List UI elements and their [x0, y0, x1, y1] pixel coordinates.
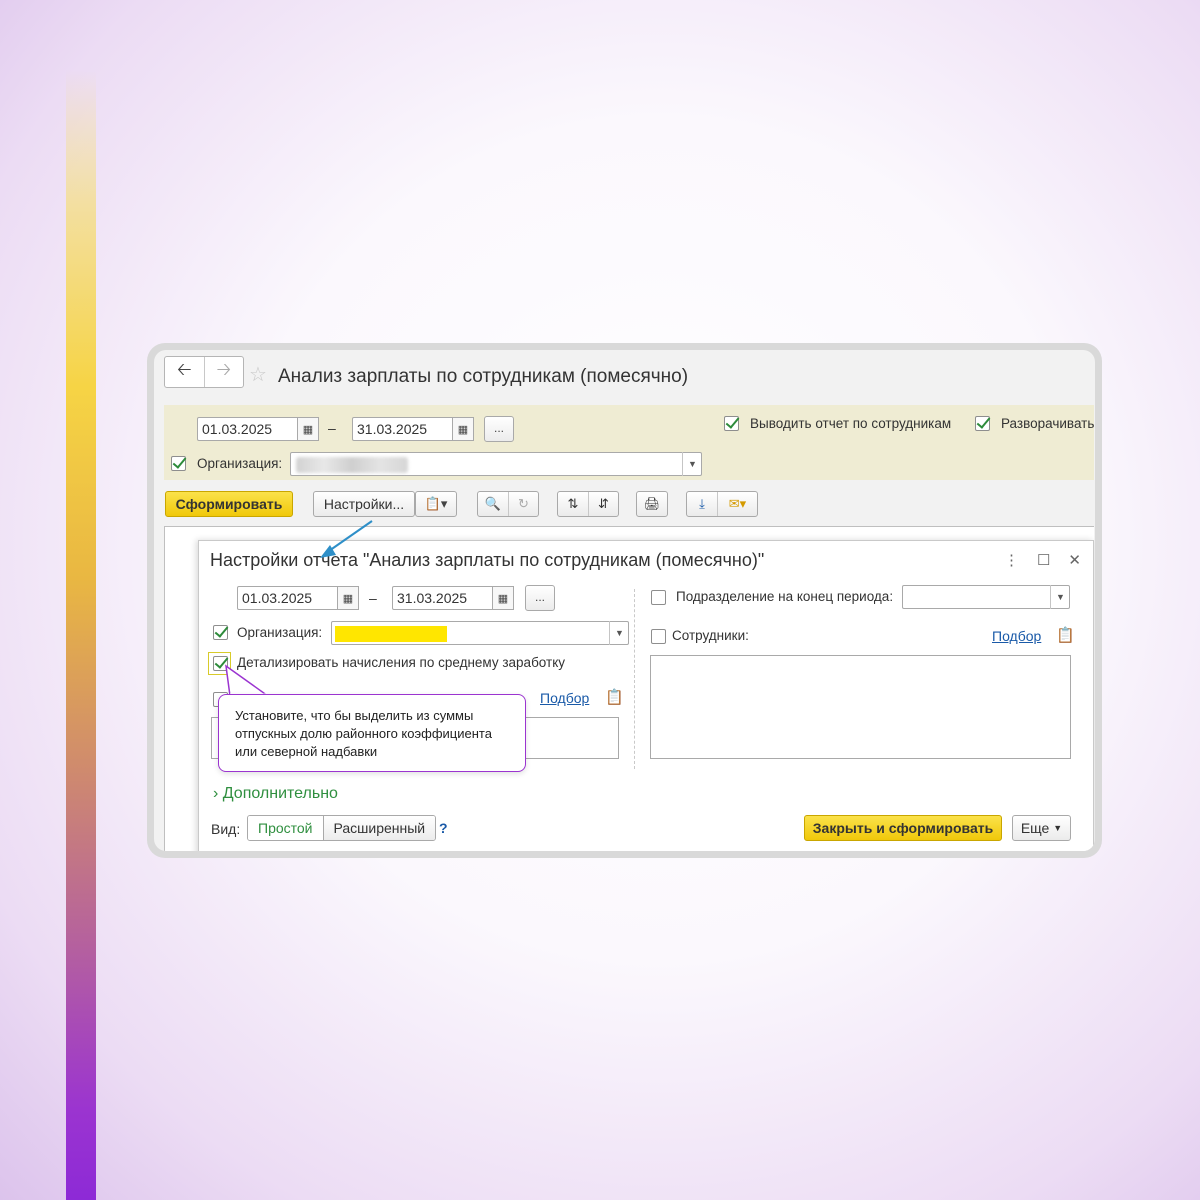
- date-to-value: 31.03.2025: [357, 421, 428, 437]
- org-value-redacted: [335, 626, 447, 642]
- report-params-panel: 01.03.2025 ▦ – 31.03.2025 ▦ ... Организа…: [164, 405, 1094, 480]
- chevron-down-icon: ▼: [1053, 823, 1063, 833]
- favorite-star-icon[interactable]: ☆: [249, 362, 267, 387]
- date-from-field[interactable]: 01.03.2025 ▦: [197, 417, 319, 441]
- department-field[interactable]: ▼: [902, 585, 1070, 609]
- org-label: Организация:: [197, 456, 283, 471]
- more-section-toggle[interactable]: › Дополнительно: [213, 785, 338, 803]
- period-dash: –: [328, 420, 336, 436]
- callout-tail: [225, 664, 271, 697]
- org-checkbox[interactable]: [171, 456, 186, 471]
- by-employees-label: Выводить отчет по сотрудникам: [750, 416, 952, 431]
- paste-icon[interactable]: 📋: [605, 688, 624, 706]
- view-label: Вид:: [211, 821, 241, 837]
- close-icon[interactable]: ✕: [1068, 551, 1081, 569]
- print-icon[interactable]: 🖨: [637, 492, 667, 516]
- view-extended-option[interactable]: Расширенный: [322, 816, 436, 840]
- variants-icon: 📋▾: [424, 496, 448, 511]
- help-icon[interactable]: ?: [439, 820, 448, 836]
- date-from-value: 01.03.2025: [202, 421, 273, 437]
- screenshot-card: 🡠 🡢 ☆ Анализ зарплаты по сотрудникам (по…: [147, 343, 1102, 858]
- chevron-down-icon[interactable]: ▼: [682, 452, 702, 476]
- forward-arrow-icon[interactable]: 🡢: [203, 357, 244, 387]
- more-button[interactable]: Еще ▼: [1012, 815, 1071, 841]
- period-select-button[interactable]: ...: [484, 416, 514, 442]
- decorative-gradient-stripe: [66, 70, 96, 1200]
- hint-text: Установите, что бы выделить из суммы отп…: [235, 708, 492, 759]
- dlg-date-from-value: 01.03.2025: [242, 590, 313, 606]
- export-group: ⤓ ✉▾: [686, 491, 758, 517]
- maximize-icon[interactable]: ☐: [1037, 551, 1050, 569]
- dlg-date-to-field[interactable]: 31.03.2025 ▦: [392, 586, 514, 610]
- search-icon[interactable]: 🔍: [478, 492, 508, 516]
- employees-list[interactable]: [650, 655, 1071, 759]
- org-field[interactable]: ▼: [290, 452, 702, 476]
- detail-label: Детализировать начисления по среднему за…: [237, 655, 566, 670]
- back-arrow-icon[interactable]: 🡠: [165, 357, 204, 387]
- column-separator: [634, 589, 635, 769]
- podbor-left-link[interactable]: Подбор: [540, 690, 589, 706]
- calendar-icon[interactable]: ▦: [297, 417, 319, 441]
- search-group: 🔍 ↻: [477, 491, 539, 517]
- dialog-title: Настройки отчета "Анализ зарплаты по сот…: [210, 550, 765, 570]
- expand-checkbox[interactable]: [975, 416, 990, 431]
- more-section-label: Дополнительно: [222, 785, 338, 802]
- paste-icon[interactable]: 📋: [1056, 626, 1075, 644]
- dlg-date-to-value: 31.03.2025: [397, 590, 468, 606]
- employees-checkbox[interactable]: [651, 629, 666, 644]
- sort-desc-icon[interactable]: ⇵: [588, 492, 618, 516]
- calendar-icon[interactable]: ▦: [452, 417, 474, 441]
- org-value-blurred: [296, 457, 408, 473]
- department-checkbox[interactable]: [651, 590, 666, 605]
- settings-button[interactable]: Настройки...: [313, 491, 415, 517]
- more-vert-icon[interactable]: ⋮: [1004, 551, 1019, 569]
- email-icon[interactable]: ✉▾: [717, 492, 757, 516]
- calendar-icon[interactable]: ▦: [492, 586, 514, 610]
- dlg-org-label: Организация:: [237, 625, 323, 640]
- department-label: Подразделение на конец периода:: [676, 589, 894, 604]
- nav-buttons: 🡠 🡢: [164, 356, 244, 388]
- dlg-period-dash: –: [369, 590, 377, 606]
- date-to-field[interactable]: 31.03.2025 ▦: [352, 417, 474, 441]
- variants-button[interactable]: 📋▾: [415, 491, 457, 517]
- podbor-right-link[interactable]: Подбор: [992, 628, 1041, 644]
- sort-asc-icon[interactable]: ⇅: [558, 492, 588, 516]
- chevron-down-icon[interactable]: ▼: [1050, 585, 1070, 609]
- expand-label: Разворачивать: [1001, 416, 1095, 431]
- view-simple-option[interactable]: Простой: [248, 816, 323, 840]
- page-title: Анализ зарплаты по сотрудникам (помесячн…: [278, 366, 689, 387]
- close-and-generate-button[interactable]: Закрыть и сформировать: [804, 815, 1002, 841]
- pointer-arrow: [320, 520, 373, 558]
- dlg-date-from-field[interactable]: 01.03.2025 ▦: [237, 586, 359, 610]
- employees-label: Сотрудники:: [672, 628, 749, 643]
- dialog-window-controls: ⋮ ☐ ✕: [1004, 551, 1081, 569]
- dlg-org-field[interactable]: ▼: [331, 621, 629, 645]
- hint-callout: Установите, что бы выделить из суммы отп…: [218, 694, 526, 772]
- app-window: 🡠 🡢 ☆ Анализ зарплаты по сотрудникам (по…: [154, 350, 1095, 851]
- more-button-label: Еще: [1020, 820, 1050, 836]
- print-group: 🖨: [636, 491, 668, 517]
- dlg-period-select-button[interactable]: ...: [525, 585, 555, 611]
- chevron-right-icon: ›: [213, 785, 223, 802]
- chevron-down-icon[interactable]: ▼: [609, 621, 629, 645]
- by-employees-checkbox[interactable]: [724, 416, 739, 431]
- calendar-icon[interactable]: ▦: [337, 586, 359, 610]
- save-icon[interactable]: ⤓: [687, 492, 717, 516]
- view-switch: Простой Расширенный: [247, 815, 437, 841]
- generate-button[interactable]: Сформировать: [165, 491, 293, 517]
- sort-group: ⇅ ⇵: [557, 491, 619, 517]
- dlg-org-checkbox[interactable]: [213, 625, 228, 640]
- find-next-icon[interactable]: ↻: [508, 492, 538, 516]
